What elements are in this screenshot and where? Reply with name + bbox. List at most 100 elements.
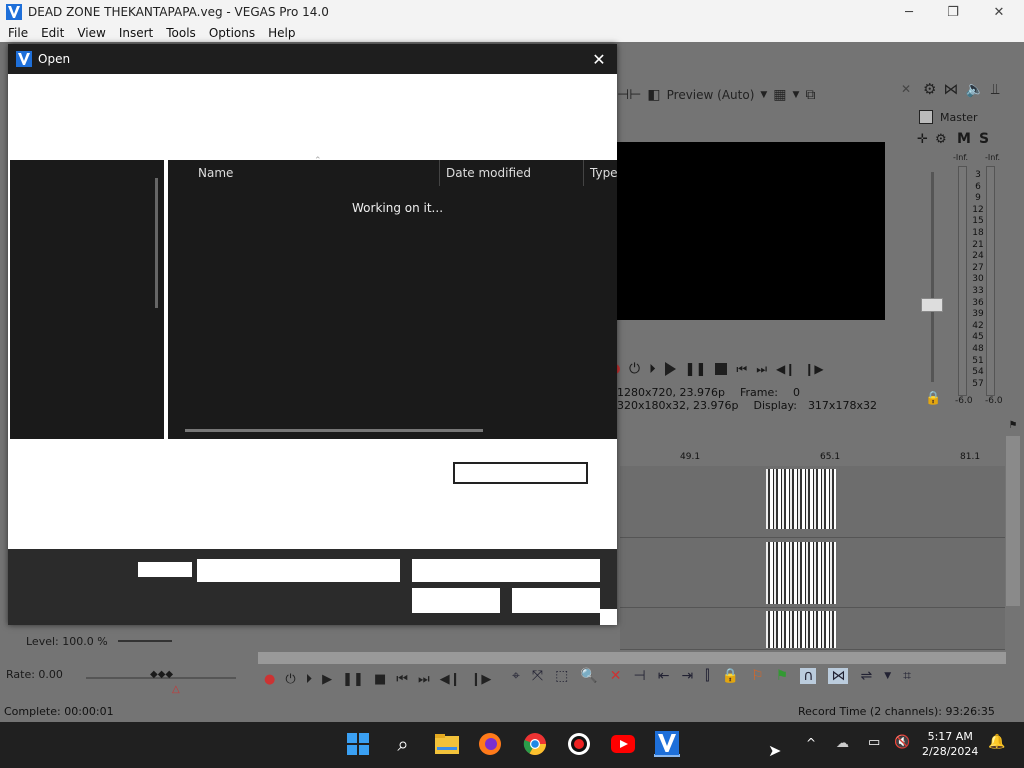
navigation-pane[interactable]: [10, 160, 164, 439]
pause-icon[interactable]: ❚❚: [685, 362, 707, 377]
chevron-down-icon[interactable]: ▼: [884, 671, 891, 681]
pan-icon[interactable]: ✛: [917, 132, 928, 147]
menu-options[interactable]: Options: [203, 26, 262, 40]
selection-tool-icon[interactable]: ⬚: [555, 668, 568, 684]
grid-icon[interactable]: ▦: [773, 87, 786, 103]
split-icon[interactable]: ⫿: [705, 668, 709, 684]
zoom-tool-icon[interactable]: 🔍: [580, 668, 597, 684]
file-name-field[interactable]: [453, 462, 588, 484]
menu-help[interactable]: Help: [262, 26, 302, 40]
stop-icon[interactable]: ■: [374, 672, 386, 687]
notification-bell-icon[interactable]: 🔔: [988, 734, 1005, 750]
prev-frame-icon[interactable]: ◀❙: [776, 362, 795, 376]
auto-crossfade-icon[interactable]: ⋈: [828, 668, 849, 684]
search-icon[interactable]: ⌕: [390, 731, 416, 757]
chrome-icon[interactable]: [522, 731, 548, 757]
column-name[interactable]: Name: [168, 160, 440, 186]
vegas-taskbar-icon[interactable]: [654, 730, 680, 757]
chevron-up-icon[interactable]: ^: [806, 736, 816, 750]
clock[interactable]: 5:17 AM 2/28/2024: [922, 729, 978, 759]
file-type-dropdown[interactable]: [412, 559, 600, 582]
overlay-icon[interactable]: ◧: [647, 87, 660, 103]
menu-insert[interactable]: Insert: [113, 26, 160, 40]
obs-record-icon[interactable]: [566, 731, 592, 757]
envelope-tool-icon[interactable]: ⤧: [532, 668, 543, 684]
audio-clip[interactable]: [766, 542, 836, 604]
ripple-icon[interactable]: ⇌: [860, 668, 872, 684]
level-slider[interactable]: [118, 640, 172, 642]
mixer-toolbar-icons[interactable]: ⚙⋈🔈⫫: [923, 80, 1007, 98]
file-list-scrollbar[interactable]: [185, 429, 483, 432]
play-from-start-icon[interactable]: ⏵: [649, 362, 656, 377]
stop-icon[interactable]: [715, 363, 728, 375]
prev-frame-icon[interactable]: ◀❙: [440, 672, 461, 687]
cancel-button[interactable]: [512, 588, 600, 613]
event-pan-icon[interactable]: ⌗: [903, 668, 911, 684]
volume-fader-handle[interactable]: [921, 298, 943, 312]
next-frame-icon[interactable]: ❙▶: [804, 362, 823, 376]
restore-button[interactable]: ❐: [930, 0, 976, 24]
menu-tools[interactable]: Tools: [160, 26, 203, 40]
audio-clip[interactable]: [766, 611, 836, 648]
pause-icon[interactable]: ❚❚: [342, 672, 364, 687]
chevron-down-icon[interactable]: ▼: [760, 90, 767, 100]
play-icon[interactable]: [664, 362, 676, 376]
play-icon[interactable]: ▶: [322, 672, 332, 687]
menu-edit[interactable]: Edit: [35, 26, 71, 40]
go-to-end-icon[interactable]: ⏭: [418, 672, 430, 687]
rate-handle-icon[interactable]: ◆◆◆: [150, 669, 173, 680]
trim-start-icon[interactable]: ⇤: [658, 668, 670, 684]
onedrive-icon[interactable]: ☁: [836, 736, 849, 751]
delete-icon[interactable]: ✕: [610, 668, 622, 684]
normal-edit-tool-icon[interactable]: ⌖: [512, 668, 520, 684]
minimize-button[interactable]: ─: [886, 0, 932, 24]
next-frame-icon[interactable]: ❙▶: [471, 672, 492, 687]
loop-icon[interactable]: ⏻: [629, 361, 640, 377]
snapping-icon[interactable]: ∩: [800, 668, 817, 684]
go-to-start-icon[interactable]: ⏮: [396, 672, 408, 687]
record-icon[interactable]: ●: [264, 672, 275, 687]
bottom-field[interactable]: [197, 559, 400, 582]
close-pane-icon[interactable]: ✕: [901, 82, 911, 96]
marker-icon[interactable]: ⚑: [1006, 420, 1020, 434]
level-right: -6.0: [985, 396, 1003, 406]
trim-icon[interactable]: ⊣: [634, 668, 646, 684]
lock-icon[interactable]: 🔒: [925, 391, 941, 406]
trim-end-icon[interactable]: ⇥: [681, 668, 693, 684]
file-list-pane[interactable]: ⌃ Name Date modified Type Working on it.…: [168, 156, 618, 439]
start-icon[interactable]: [345, 731, 371, 757]
lock-icon[interactable]: 🔒: [722, 668, 739, 684]
video-clip[interactable]: [766, 469, 836, 529]
timeline-vertical-scrollbar[interactable]: [1006, 436, 1020, 606]
chevron-down-icon[interactable]: ▼: [793, 90, 800, 100]
column-type[interactable]: Type: [584, 160, 618, 186]
volume-muted-icon[interactable]: 🔇: [894, 735, 910, 750]
open-button[interactable]: [412, 588, 500, 613]
split-screen-icon[interactable]: ⊣⊢: [617, 87, 641, 103]
firefox-icon[interactable]: [477, 731, 503, 757]
go-to-start-icon[interactable]: ⏮: [736, 362, 747, 377]
resize-grip[interactable]: [600, 609, 617, 625]
network-icon[interactable]: ▭: [868, 735, 880, 750]
timeline-horizontal-scrollbar[interactable]: [258, 652, 1006, 664]
loop-icon[interactable]: ⏻: [285, 672, 295, 687]
fx-gear-icon[interactable]: ⚙: [935, 132, 947, 147]
mute-button[interactable]: M: [957, 131, 971, 147]
menu-file[interactable]: File: [2, 26, 35, 40]
youtube-icon[interactable]: [610, 731, 636, 757]
copy-snapshot-icon[interactable]: ⧉: [805, 87, 815, 103]
file-explorer-icon[interactable]: [434, 731, 460, 757]
volume-fader-track[interactable]: [931, 172, 934, 382]
dialog-close-button[interactable]: ✕: [587, 47, 611, 71]
column-date-modified[interactable]: Date modified: [440, 160, 584, 186]
play-from-start-icon[interactable]: ⏵: [306, 672, 313, 687]
nav-scrollbar[interactable]: [155, 178, 158, 308]
close-button[interactable]: ✕: [976, 0, 1022, 24]
region-icon[interactable]: ⚑: [776, 668, 789, 684]
solo-button[interactable]: S: [979, 131, 989, 147]
marker-icon[interactable]: ⚐: [751, 668, 764, 684]
preview-quality-dropdown[interactable]: Preview (Auto): [667, 88, 755, 102]
menu-view[interactable]: View: [71, 26, 112, 40]
go-to-end-icon[interactable]: ⏭: [756, 362, 767, 377]
window-titlebar: DEAD ZONE THEKANTAPAPA.veg - VEGAS Pro 1…: [0, 0, 1024, 24]
